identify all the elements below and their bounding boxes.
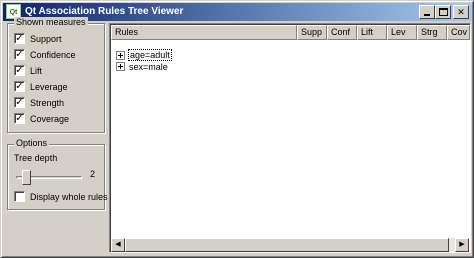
display-whole-rules-label: Display whole rules (30, 191, 108, 202)
tree-header: Rules Supp Conf Lift Lev Strg Cov (111, 25, 470, 40)
expand-icon[interactable] (116, 50, 125, 60)
shown-measures-group: Shown measures ✓ Support ✓ Confidence ✓ Lif… (7, 17, 105, 133)
column-header-lift[interactable]: Lift (357, 25, 387, 40)
column-header-lev[interactable]: Lev (387, 25, 417, 40)
column-header-conf[interactable]: Conf (327, 25, 357, 40)
measure-strength-checkbox[interactable]: ✓ (14, 97, 25, 109)
options-title: Options (14, 138, 50, 148)
measure-coverage-label: Coverage (30, 113, 70, 124)
minimize-icon (424, 14, 430, 16)
tree-item-sex-male[interactable]: sex=male (116, 61, 169, 72)
arrow-left-icon: ◀ (115, 241, 121, 248)
rules-tree-view[interactable]: Rules Supp Conf Lift Lev Strg Cov age=ad… (109, 23, 471, 253)
column-header-strg[interactable]: Strg (417, 25, 447, 40)
tree-item-label: sex=male (129, 61, 168, 72)
measure-coverage-row[interactable]: ✓ Coverage (14, 113, 69, 126)
horizontal-scrollbar[interactable]: ◀ ▶ (111, 238, 469, 252)
tree-depth-value: 2 (90, 169, 96, 179)
measure-confidence-row[interactable]: ✓ Confidence (14, 49, 76, 62)
maximize-button[interactable] (435, 5, 451, 19)
measure-lift-checkbox[interactable]: ✓ (14, 65, 25, 77)
scroll-right-button[interactable]: ▶ (455, 238, 469, 252)
measure-support-checkbox[interactable]: ✓ (14, 33, 25, 45)
measure-support-label: Support (30, 33, 62, 44)
column-header-cov[interactable]: Cov (447, 25, 470, 40)
measure-strength-row[interactable]: ✓ Strength (14, 97, 64, 110)
tree-depth-slider-thumb[interactable] (22, 170, 31, 185)
measure-lift-label: Lift (30, 65, 43, 76)
scroll-left-button[interactable]: ◀ (111, 238, 125, 252)
options-group: Options Tree depth 2 Display whole rules (7, 138, 108, 210)
measure-leverage-label: Leverage (30, 81, 68, 92)
measure-strength-label: Strength (30, 97, 65, 108)
main-window: Qt Qt Association Rules Tree Viewer ✕ Sh… (0, 0, 474, 258)
scrollbar-thumb[interactable] (125, 238, 449, 252)
measure-confidence-checkbox[interactable]: ✓ (14, 49, 25, 61)
shown-measures-title: Shown measures (14, 17, 88, 27)
measure-support-row[interactable]: ✓ Support (14, 33, 62, 46)
tree-depth-label: Tree depth (14, 153, 58, 163)
column-header-supp[interactable]: Supp (297, 25, 327, 40)
tree-item-age-adult[interactable]: age=adult (116, 49, 172, 61)
column-header-rules[interactable]: Rules (111, 25, 297, 40)
measure-coverage-checkbox[interactable]: ✓ (14, 113, 25, 125)
measure-confidence-label: Confidence (30, 49, 76, 60)
display-whole-rules-checkbox[interactable] (14, 191, 25, 203)
close-button[interactable]: ✕ (453, 5, 469, 19)
display-whole-rules-row[interactable]: Display whole rules (14, 191, 108, 204)
measure-lift-row[interactable]: ✓ Lift (14, 65, 42, 78)
measure-leverage-checkbox[interactable]: ✓ (14, 81, 25, 93)
measure-leverage-row[interactable]: ✓ Leverage (14, 81, 68, 94)
minimize-button[interactable] (419, 5, 435, 19)
maximize-icon (439, 8, 448, 16)
close-icon: ✕ (457, 7, 465, 17)
arrow-right-icon: ▶ (459, 241, 465, 248)
window-title: Qt Association Rules Tree Viewer (25, 6, 184, 17)
expand-icon[interactable] (116, 62, 125, 72)
tree-item-label: age=adult (128, 49, 172, 61)
